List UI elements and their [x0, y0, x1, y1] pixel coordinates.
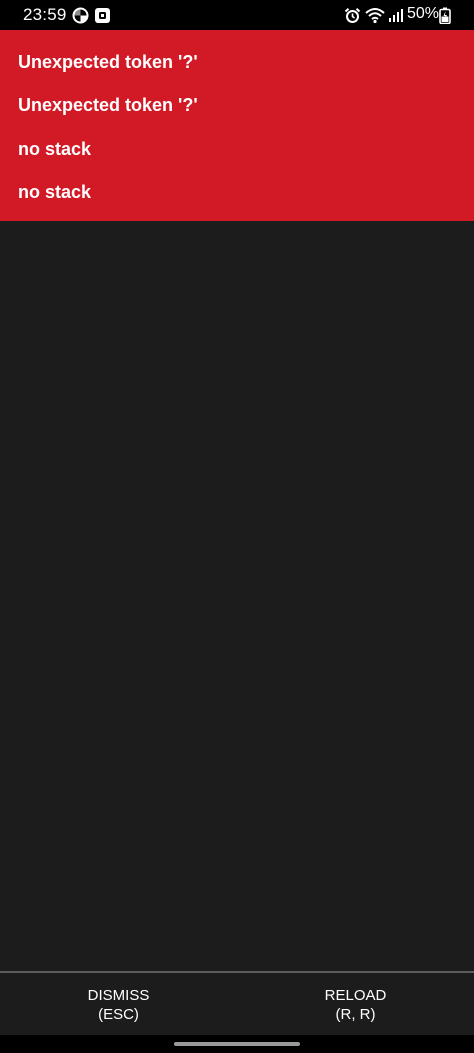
error-message: no stack: [18, 182, 92, 202]
battery-icon: [439, 7, 451, 24]
reload-shortcut: (R, R): [335, 1006, 376, 1023]
status-time: 23:59: [23, 5, 67, 24]
pinwheel-app-icon: [72, 7, 89, 24]
navigation-bar: [0, 1035, 474, 1053]
battery-percent: 50%: [407, 5, 440, 22]
error-message: Unexpected token '?': [18, 95, 198, 115]
status-bar: 23:59 50%: [0, 0, 474, 30]
error-box: Unexpected token '?' Unexpected token '?…: [0, 30, 474, 221]
wifi-icon: [365, 8, 385, 24]
error-message: Unexpected token '?': [18, 52, 198, 72]
footer-bar: DISMISS (ESC) RELOAD (R, R): [0, 971, 474, 1037]
dismiss-button[interactable]: DISMISS (ESC): [0, 973, 237, 1037]
error-message: no stack: [18, 139, 92, 159]
app-notification-icon: [95, 8, 110, 23]
signal-icon: [389, 9, 403, 22]
home-indicator[interactable]: [174, 1042, 300, 1046]
reload-button[interactable]: RELOAD (R, R): [237, 973, 474, 1037]
alarm-icon: [344, 8, 361, 23]
reload-label: RELOAD: [324, 987, 387, 1004]
dismiss-shortcut: (ESC): [98, 1006, 139, 1023]
dismiss-label: DISMISS: [87, 987, 150, 1004]
